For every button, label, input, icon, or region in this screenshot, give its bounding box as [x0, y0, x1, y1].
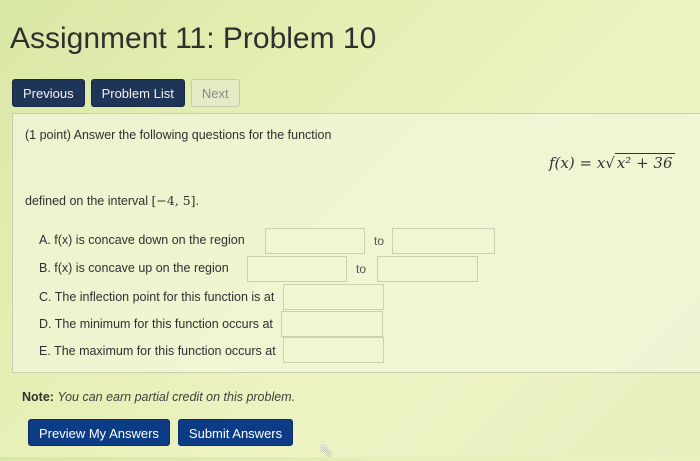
- interval-suffix: .: [195, 194, 200, 208]
- page-title: Assignment 11: Problem 10: [10, 22, 377, 55]
- answer-d-input[interactable]: [281, 311, 383, 337]
- next-button[interactable]: Next: [190, 79, 240, 107]
- formula-lhs: f(x) = x: [549, 154, 606, 172]
- answer-b-start-input[interactable]: [247, 256, 347, 282]
- problem-list-button[interactable]: Problem List: [90, 79, 185, 107]
- question-d-label: D. The minimum for this function occurs …: [39, 317, 273, 331]
- answer-b-end-input[interactable]: [377, 256, 478, 282]
- function-formula: f(x) = x√ x² + 36: [549, 153, 675, 172]
- answer-a-start-input[interactable]: [265, 228, 365, 254]
- note-label: Note:: [22, 390, 54, 404]
- interval-line: defined on the interval [−4, 5].: [25, 193, 199, 208]
- submit-answers-button[interactable]: Submit Answers: [177, 419, 294, 446]
- problem-panel: (1 point) Answer the following questions…: [12, 113, 700, 373]
- answer-c-input[interactable]: [283, 284, 384, 310]
- answer-a-end-input[interactable]: [392, 228, 495, 254]
- sqrt-expression: √ x² + 36: [605, 153, 675, 172]
- answer-e-input[interactable]: [283, 337, 384, 363]
- interval-prefix: defined on the interval: [25, 194, 152, 208]
- question-a-label: A. f(x) is concave down on the region: [39, 233, 245, 247]
- partial-credit-note: Note: You can earn partial credit on thi…: [22, 390, 295, 404]
- note-text: You can earn partial credit on this prob…: [57, 390, 296, 404]
- question-b-to: to: [356, 262, 367, 276]
- question-a-to: to: [374, 234, 385, 248]
- preview-answers-button[interactable]: Preview My Answers: [28, 419, 170, 446]
- question-e-label: E. The maximum for this function occurs …: [39, 344, 276, 358]
- question-c-label: C. The inflection point for this functio…: [39, 290, 275, 304]
- problem-nav: Previous Problem List Next: [12, 79, 240, 107]
- previous-button[interactable]: Previous: [12, 79, 85, 107]
- interval-value: [−4, 5]: [151, 193, 196, 208]
- question-b-label: B. f(x) is concave up on the region: [39, 261, 229, 275]
- formula-radicand: x² + 36: [614, 153, 675, 172]
- problem-intro: (1 point) Answer the following questions…: [25, 128, 332, 142]
- mouse-cursor-icon: ⇖: [318, 440, 334, 460]
- answer-actions: Preview My Answers Submit Answers: [28, 419, 294, 446]
